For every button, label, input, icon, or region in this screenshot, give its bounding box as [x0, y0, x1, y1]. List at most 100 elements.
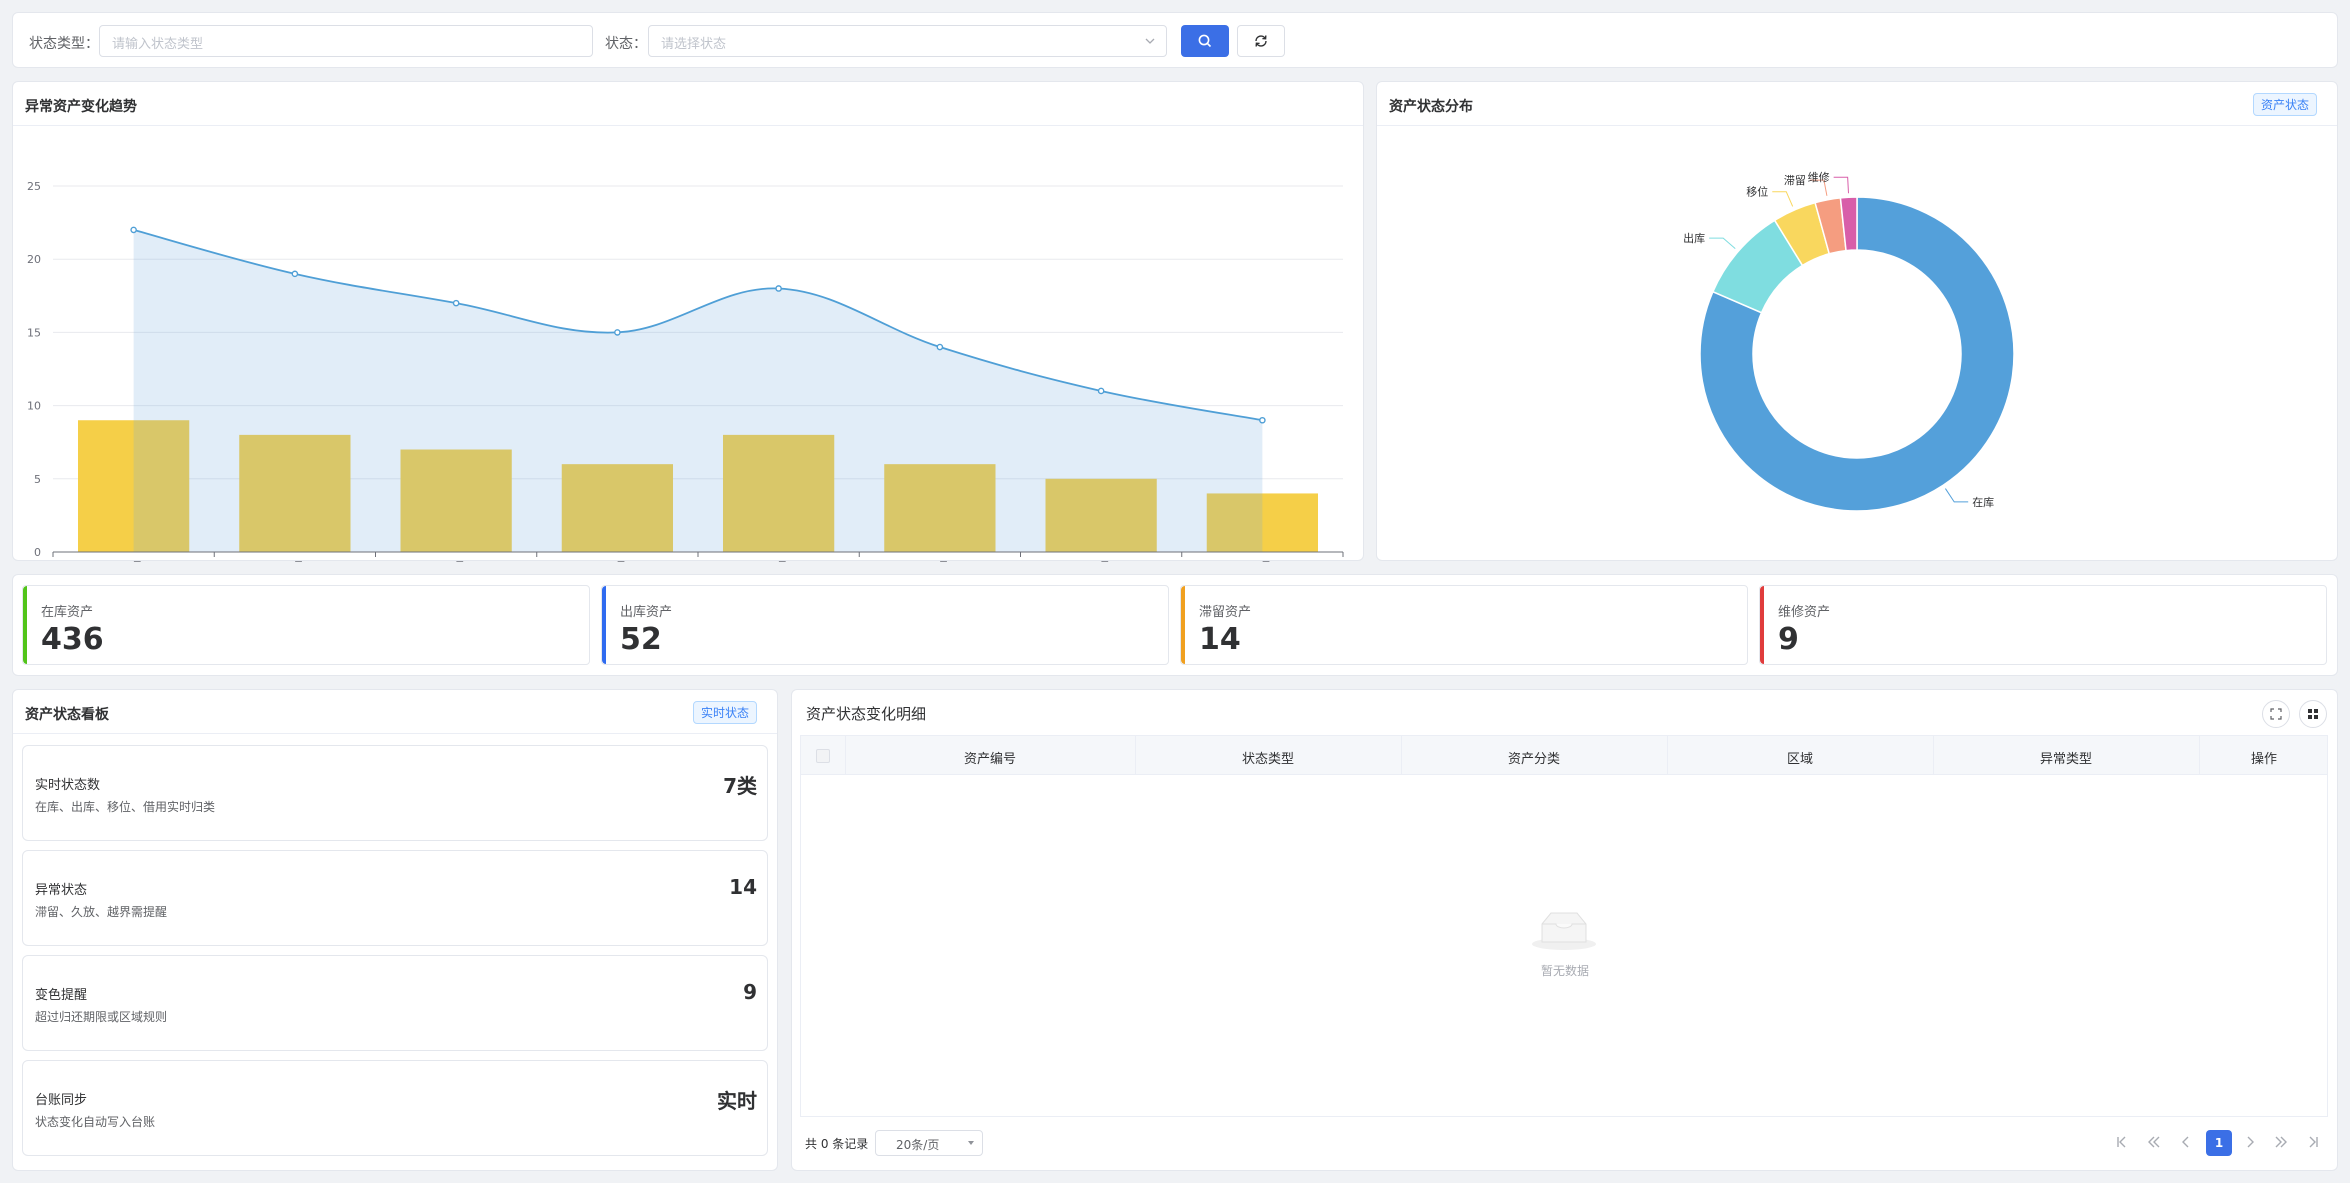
- board-item-desc: 状态变化自动写入台账: [35, 1115, 156, 1129]
- y-tick-label: 10: [27, 400, 41, 413]
- data-point: [291, 270, 299, 278]
- column-header-asset-id: 资产编号: [963, 752, 1016, 767]
- x-tick-label: 1月: [125, 560, 143, 562]
- stat-value: 436: [41, 622, 104, 657]
- refresh-button[interactable]: [1237, 25, 1285, 57]
- next-page-icon[interactable]: [2242, 1134, 2258, 1150]
- x-tick-label: 6月: [931, 560, 949, 562]
- board-tag: 实时状态: [692, 701, 757, 724]
- x-tick-label: 3月: [447, 560, 465, 562]
- x-tick-label: 8月: [1253, 560, 1271, 562]
- distribution-tag: 资产状态: [2252, 93, 2317, 116]
- stat-label: 维修资产: [1778, 605, 1831, 620]
- prev-group-icon[interactable]: [2146, 1134, 2162, 1150]
- data-point: [130, 226, 137, 234]
- page-size-value: 20条/页: [896, 1138, 940, 1152]
- page-number-current[interactable]: 1: [2206, 1130, 2232, 1156]
- board-item-desc: 滞留、久放、越界需提醒: [35, 905, 168, 919]
- column-header-abnormal-type: 异常类型: [2039, 752, 2092, 767]
- table-header: 资产编号 状态类型 资产分类 区域 异常类型 操作: [800, 735, 2328, 775]
- prev-page-icon[interactable]: [2178, 1134, 2194, 1150]
- select-all-checkbox[interactable]: [816, 749, 830, 763]
- status-label: 状态：: [605, 36, 647, 52]
- slice-label: 移位: [1746, 185, 1768, 199]
- stat-card-out-stock: 出库资产 52: [601, 585, 1169, 665]
- board-item-title: 实时状态数: [35, 778, 101, 793]
- data-point: [1259, 416, 1266, 424]
- caret-down-icon: [968, 1141, 974, 1145]
- x-tick-label: 7月: [1092, 560, 1110, 562]
- slice-label-line: [1944, 488, 1969, 503]
- x-tick-label: 5月: [770, 560, 788, 562]
- column-settings-button[interactable]: [2299, 700, 2327, 728]
- slice-label: 在库: [1972, 496, 1994, 509]
- stat-label: 在库资产: [41, 605, 94, 620]
- refresh-icon: [1255, 35, 1267, 47]
- board-item-desc: 超过归还期限或区域规则: [35, 1010, 168, 1024]
- stat-accent: [23, 586, 27, 664]
- search-icon: [1198, 34, 1212, 48]
- board-item-title: 异常状态: [35, 883, 88, 898]
- column-header-area: 区域: [1786, 752, 1813, 767]
- board-item-title: 变色提醒: [35, 988, 88, 1003]
- status-select[interactable]: 请选择状态: [648, 25, 1167, 57]
- detail-title: 资产状态变化明细: [806, 705, 927, 723]
- fullscreen-icon: [2270, 708, 2282, 720]
- y-tick-label: 15: [27, 326, 41, 339]
- trend-title: 异常资产变化趋势: [25, 99, 137, 115]
- stat-card-stranded: 滞留资产 14: [1180, 585, 1748, 665]
- search-button[interactable]: [1181, 25, 1229, 57]
- divider: [13, 733, 777, 734]
- data-point: [452, 299, 460, 307]
- area-fill: [133, 229, 1263, 553]
- board-item-abnormal: 异常状态 滞留、久放、越界需提醒 14: [22, 850, 768, 946]
- board-item-desc: 在库、出库、移位、借用实时归类: [35, 800, 216, 814]
- slice-label: 出库: [1683, 231, 1705, 245]
- x-tick-label: 4月: [608, 560, 626, 562]
- stat-value: 52: [620, 622, 662, 657]
- data-point: [936, 343, 944, 351]
- column-header-asset-category: 资产分类: [1507, 752, 1560, 767]
- distribution-title: 资产状态分布: [1389, 99, 1473, 115]
- board-item-status-count: 实时状态数 在库、出库、移位、借用实时归类 7类: [22, 745, 768, 841]
- empty-text: 暂无数据: [1540, 964, 1589, 978]
- column-header-actions: 操作: [2250, 752, 2277, 767]
- board-item-ledger-sync: 台账同步 状态变化自动写入台账 实时: [22, 1060, 768, 1156]
- y-tick-label: 5: [34, 473, 41, 486]
- page-size-select[interactable]: 20条/页: [875, 1130, 983, 1156]
- slice-label: 滞留: [1784, 174, 1806, 187]
- stat-value: 9: [1778, 622, 1799, 657]
- column-header-status-type: 状态类型: [1241, 752, 1294, 767]
- distribution-chart: 在库出库移位滞留维修在库出库移位滞留维修: [1683, 170, 2015, 512]
- y-tick-label: 0: [34, 546, 41, 559]
- stat-label: 出库资产: [620, 605, 673, 620]
- first-page-icon[interactable]: [2114, 1134, 2130, 1150]
- stat-accent: [602, 586, 606, 664]
- board-item-color-alert: 变色提醒 超过归还期限或区域规则 9: [22, 955, 768, 1051]
- next-group-icon[interactable]: [2273, 1134, 2289, 1150]
- stat-card-repair: 维修资产 9: [1759, 585, 2327, 665]
- data-point: [775, 285, 782, 292]
- last-page-icon[interactable]: [2305, 1134, 2321, 1150]
- status-type-input[interactable]: 请输入状态类型: [99, 25, 593, 57]
- stat-card-in-stock: 在库资产 436: [22, 585, 590, 665]
- trend-chart: 0 5 10 15 20 25 1月 2月 3月 4月 5月 6月 7月 8月: [27, 180, 1344, 562]
- data-point: [614, 329, 621, 336]
- board-item-title: 台账同步: [35, 1093, 88, 1108]
- status-select-placeholder: 请选择状态: [661, 37, 727, 52]
- board-item-value: 14: [729, 875, 757, 899]
- y-tick-label: 25: [27, 180, 41, 193]
- fullscreen-button[interactable]: [2262, 700, 2290, 728]
- empty-box-icon: [1532, 912, 1596, 950]
- board-item-value: 9: [743, 980, 757, 1004]
- stat-value: 14: [1199, 622, 1241, 657]
- slice-label: 维修: [1808, 170, 1830, 184]
- chevron-down-icon: [1145, 38, 1155, 44]
- slice-label-line: [1709, 237, 1736, 250]
- distribution-card: 资产状态分布 资产状态 在库出库移位滞留维修在库出库移位滞留维修: [1376, 81, 2338, 561]
- stat-label: 滞留资产: [1199, 605, 1252, 620]
- total-records: 共 0 条记录: [805, 1137, 869, 1151]
- trend-card: 异常资产变化趋势 0 5 10 15 20 25 1月 2月 3月 4月 5月 6月 7月 8月: [12, 81, 1364, 562]
- board-item-value: 实时: [717, 1089, 757, 1113]
- status-type-label: 状态类型：: [29, 36, 99, 52]
